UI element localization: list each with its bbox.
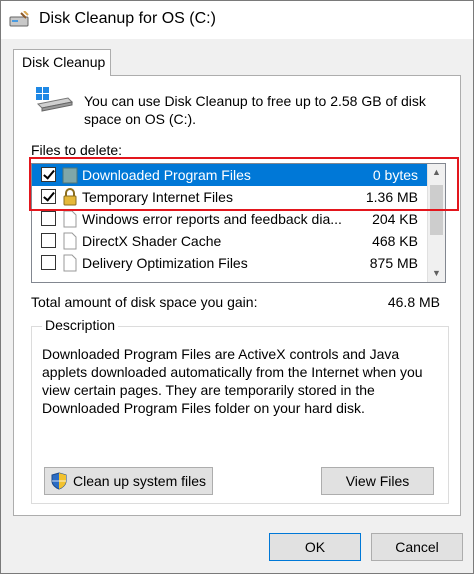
window-title: Disk Cleanup for OS (C:) [39, 10, 216, 27]
item-size: 1.36 MB [365, 189, 418, 205]
clean-up-system-files-button[interactable]: Clean up system files [44, 467, 213, 495]
item-checkbox[interactable] [41, 189, 56, 204]
disk-cleanup-icon [9, 11, 29, 27]
file-icon [63, 232, 77, 250]
scroll-thumb[interactable] [430, 185, 443, 235]
list-item[interactable]: DirectX Shader Cache 468 KB [32, 230, 428, 252]
item-checkbox[interactable] [41, 167, 56, 182]
item-checkbox[interactable] [41, 233, 56, 248]
uac-shield-icon [51, 472, 67, 490]
clean-up-system-files-label: Clean up system files [72, 473, 207, 489]
item-name: Downloaded Program Files [82, 167, 251, 183]
item-name: Temporary Internet Files [82, 189, 233, 205]
tab-disk-cleanup[interactable]: Disk Cleanup [13, 49, 111, 76]
ok-button[interactable]: OK [269, 533, 361, 561]
files-to-delete-label: Files to delete: [31, 142, 123, 158]
list-item[interactable]: Temporary Internet Files 1.36 MB [32, 186, 428, 208]
description-text: Downloaded Program Files are ActiveX con… [42, 346, 423, 416]
item-name: DirectX Shader Cache [82, 233, 222, 249]
item-name: Delivery Optimization Files [82, 255, 248, 271]
list-item[interactable]: Downloaded Program Files 0 bytes [32, 164, 428, 186]
intro-text: You can use Disk Cleanup to free up to 2… [84, 93, 426, 127]
item-checkbox[interactable] [41, 255, 56, 270]
total-space-label: Total amount of disk space you gain: [31, 294, 258, 310]
list-item[interactable]: Windows error reports and feedback dia..… [32, 208, 428, 230]
list-item[interactable]: Delivery Optimization Files 875 MB [32, 252, 428, 274]
item-size: 468 KB [372, 233, 418, 249]
total-space-value: 46.8 MB [387, 294, 440, 310]
file-icon [63, 210, 77, 228]
tab-panel: You can use Disk Cleanup to free up to 2… [13, 75, 461, 516]
item-size: 204 KB [372, 211, 418, 227]
cancel-button[interactable]: Cancel [371, 533, 463, 561]
drive-icon [36, 87, 74, 112]
item-checkbox[interactable] [41, 211, 56, 226]
file-icon [63, 254, 77, 272]
files-to-delete-list[interactable]: Downloaded Program Files 0 bytes Tempora… [31, 163, 446, 283]
list-scrollbar[interactable]: ▲ ▼ [427, 164, 445, 282]
scroll-up-icon[interactable]: ▲ [428, 164, 445, 181]
item-size: 0 bytes [372, 167, 418, 183]
view-files-button[interactable]: View Files [321, 467, 434, 495]
item-name: Windows error reports and feedback dia..… [82, 211, 342, 227]
scroll-down-icon[interactable]: ▼ [428, 265, 445, 282]
description-legend: Description [42, 317, 119, 333]
item-size: 875 MB [369, 255, 418, 271]
lock-icon [63, 188, 77, 206]
disk-cleanup-window: Disk Cleanup for OS (C:) Disk Cleanup Yo… [0, 0, 474, 574]
folder-icon [62, 167, 78, 184]
title-bar[interactable]: Disk Cleanup for OS (C:) [1, 1, 473, 39]
